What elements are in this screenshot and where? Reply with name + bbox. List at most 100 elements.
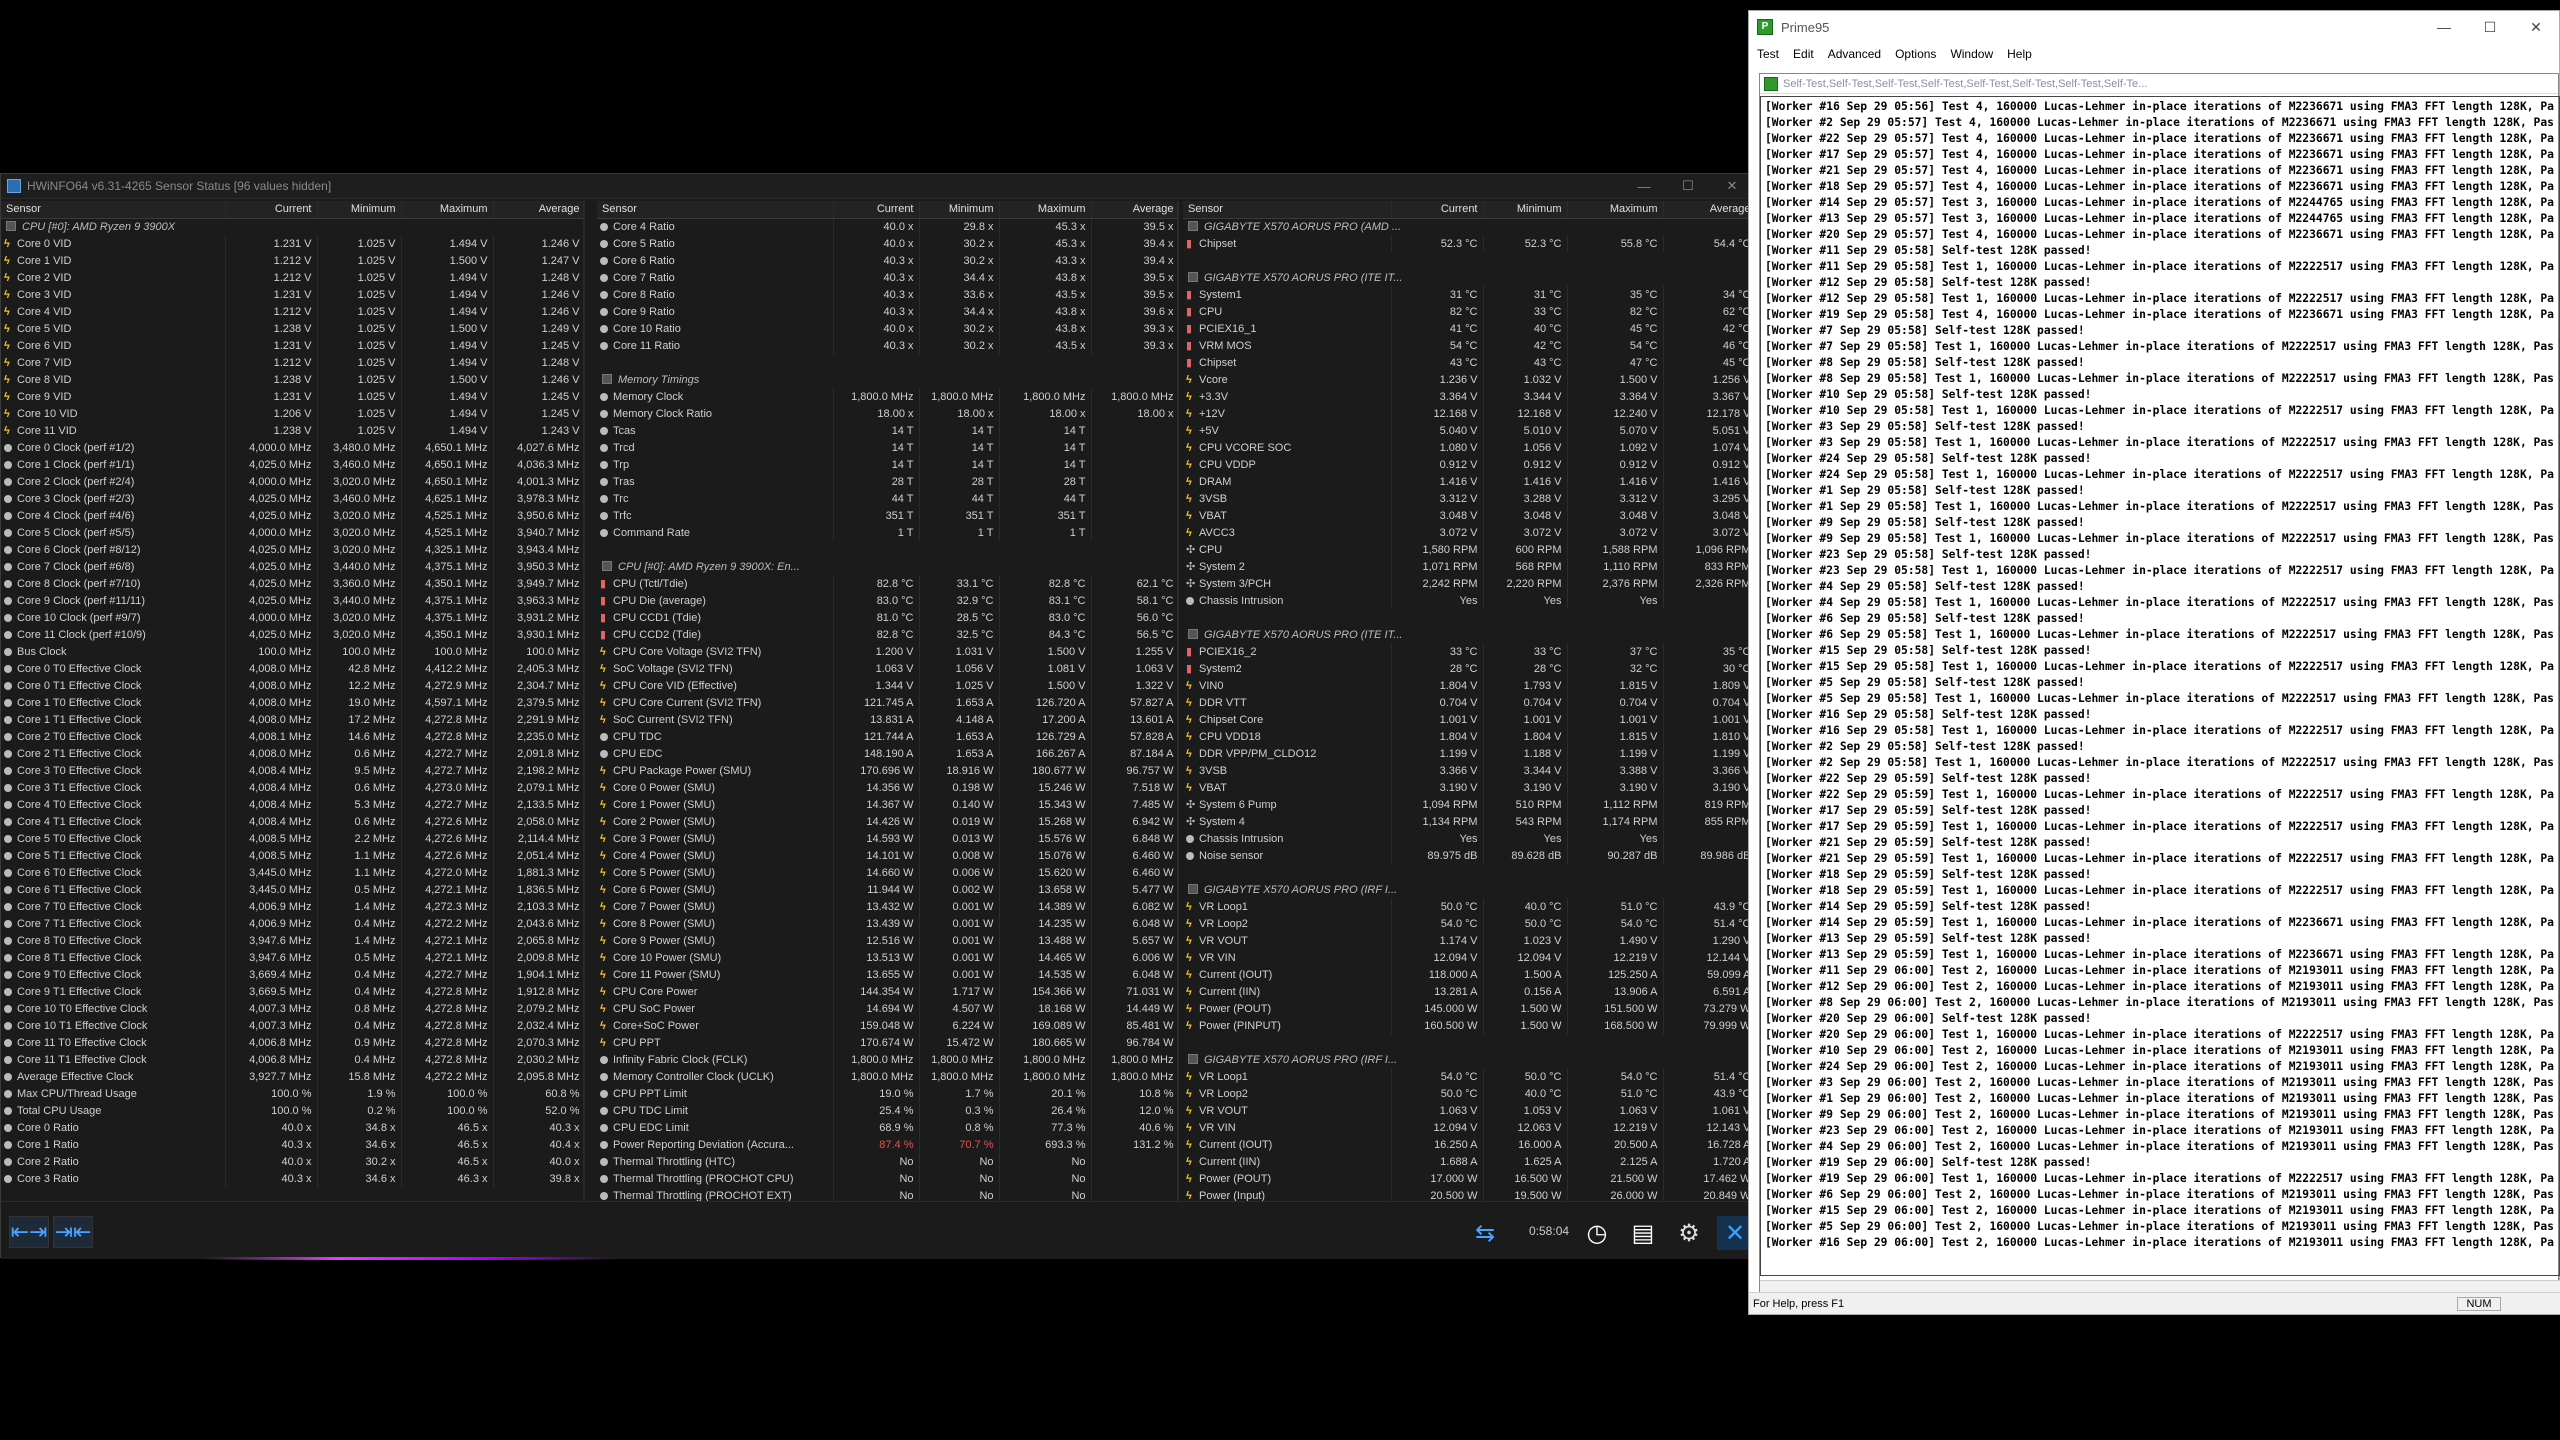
sensor-row[interactable]: ϟ 3VSB 3.366 V 3.344 V 3.388 V 3.366 V	[1183, 762, 1756, 779]
sensor-row[interactable]: Tcas 14 T 14 T 14 T	[597, 422, 1177, 439]
sensor-row[interactable]: ▮ CPU CCD1 (Tdie) 81.0 °C 28.5 °C 83.0 °C 56.…	[597, 609, 1177, 626]
sensor-row[interactable]: ϟ VR VIN 12.094 V 12.063 V 12.219 V 12.143 V	[1183, 1119, 1756, 1136]
sensor-row[interactable]: ϟ CPU PPT 170.674 W 15.472 W 180.665 W 96.784…	[597, 1034, 1177, 1051]
sensor-group-header[interactable]: GIGABYTE X570 AORUS PRO (IRF I...	[1183, 881, 1756, 898]
column-header-minimum[interactable]: Minimum	[919, 201, 1000, 219]
sensor-row[interactable]: ϟ Core 7 Power (SMU) 13.432 W 0.001 W 14.389…	[597, 898, 1177, 915]
report-icon[interactable]: ▤	[1625, 1216, 1661, 1250]
sensor-row[interactable]: CPU EDC 148.190 A 1.653 A 166.267 A 87.184 A	[597, 745, 1177, 762]
navigate-right-icon[interactable]: ⇥⇤	[53, 1216, 93, 1248]
sensor-row[interactable]: Bus Clock 100.0 MHz 100.0 MHz 100.0 MHz 100.…	[1, 643, 583, 660]
sensor-row[interactable]: Core 1 T0 Effective Clock 4,008.0 MHz 19.0…	[1, 694, 583, 711]
sensor-row[interactable]: Core 2 Clock (perf #2/4) 4,000.0 MHz 3,020…	[1, 473, 583, 490]
sensor-row[interactable]: Chassis Intrusion Yes Yes Yes	[1183, 592, 1756, 609]
sensor-row[interactable]: ϟ CPU Core VID (Effective) 1.344 V 1.025 V1…	[597, 677, 1177, 694]
sensor-row[interactable]: ϟ Vcore 1.236 V 1.032 V 1.500 V 1.256 V	[1183, 371, 1756, 388]
menu-window[interactable]: Window	[1950, 47, 1993, 61]
sensor-row[interactable]: CPU TDC 121.744 A 1.653 A 126.729 A 57.828 A	[597, 728, 1177, 745]
sensor-row[interactable]: CPU TDC Limit 25.4 % 0.3 % 26.4 % 12.0 %	[597, 1102, 1177, 1119]
sensor-row[interactable]: ϟ VBAT 3.190 V 3.190 V 3.190 V 3.190 V	[1183, 779, 1756, 796]
sensor-row[interactable]: ▮ System1 31 °C 31 °C 35 °C 34 °C	[1183, 286, 1756, 303]
sensor-row[interactable]: ▮ PCIEX16_1 41 °C 40 °C 45 °C 42 °C	[1183, 320, 1756, 337]
sensor-row[interactable]: ϟ Core 6 VID 1.231 V 1.025 V 1.494 V 1.245 V	[1, 337, 583, 354]
sensor-row[interactable]: ϟ VR VOUT 1.174 V 1.023 V 1.490 V 1.290 V	[1183, 932, 1756, 949]
sensor-row[interactable]: ϟ Core+SoC Power 159.048 W 6.224 W 169.089 W…	[597, 1017, 1177, 1034]
sensor-row[interactable]: ϟ DRAM 1.416 V 1.416 V 1.416 V 1.416 V	[1183, 473, 1756, 490]
sensor-row[interactable]: ▮ System2 28 °C 28 °C 32 °C 30 °C	[1183, 660, 1756, 677]
menu-options[interactable]: Options	[1895, 47, 1936, 61]
sensor-row[interactable]: Core 2 Ratio 40.0 x 30.2 x 46.5 x 40.0 x	[1, 1153, 583, 1170]
sensor-row[interactable]: ϟ Core 5 Power (SMU) 14.660 W 0.006 W 15.620…	[597, 864, 1177, 881]
sensor-row[interactable]: Core 7 T0 Effective Clock 4,006.9 MHz 1.4 …	[1, 898, 583, 915]
sensor-row[interactable]: Core 8 Ratio 40.3 x 33.6 x 43.5 x 39.5 x	[597, 286, 1177, 303]
sensor-row[interactable]: Core 10 Clock (perf #9/7) 4,000.0 MHz 3,02…	[1, 609, 583, 626]
sensor-row[interactable]: ϟ CPU Package Power (SMU) 170.696 W 18.916 …	[597, 762, 1177, 779]
settings-gear-icon[interactable]: ⚙	[1671, 1216, 1707, 1250]
sensor-row[interactable]: Core 1 Ratio 40.3 x 34.6 x 46.5 x 40.4 x	[1, 1136, 583, 1153]
column-header-maximum[interactable]: Maximum	[1567, 201, 1664, 219]
sensor-row[interactable]: ▮ VRM MOS 54 °C 42 °C 54 °C 46 °C	[1183, 337, 1756, 354]
sensor-group-header[interactable]: CPU [#0]: AMD Ryzen 9 3900X: En...	[597, 558, 1177, 575]
sensor-row[interactable]: Tras 28 T 28 T 28 T	[597, 473, 1177, 490]
sensor-row[interactable]: Core 8 Clock (perf #7/10) 4,025.0 MHz 3,36…	[1, 575, 583, 592]
sensor-row[interactable]: ϟ +3.3V 3.364 V 3.344 V 3.364 V 3.367 V	[1183, 388, 1756, 405]
sensor-row[interactable]: Core 7 T1 Effective Clock 4,006.9 MHz 0.4 …	[1, 915, 583, 932]
sensor-row[interactable]: ϟ Core 3 VID 1.231 V 1.025 V 1.494 V 1.246 V	[1, 286, 583, 303]
sensor-row[interactable]: Core 1 Clock (perf #1/1) 4,025.0 MHz 3,460…	[1, 456, 583, 473]
sensor-row[interactable]: Core 0 Ratio 40.0 x 34.8 x 46.5 x 40.3 x	[1, 1119, 583, 1136]
sensor-row[interactable]: Core 4 Ratio 40.0 x 29.8 x 45.3 x 39.5 x	[597, 218, 1177, 235]
column-header-average[interactable]: Average	[493, 201, 583, 219]
sensor-row[interactable]: ϟ Current (IOUT) 16.250 A 16.000 A 20.500 A1…	[1183, 1136, 1756, 1153]
sensor-row[interactable]: Core 10 Ratio 40.0 x 30.2 x 43.8 x 39.3 x	[597, 320, 1177, 337]
sensor-row[interactable]: ▮ CPU 82 °C 33 °C 82 °C 62 °C	[1183, 303, 1756, 320]
sensor-row[interactable]: ϟ Core 9 VID 1.231 V 1.025 V 1.494 V 1.245 V	[1, 388, 583, 405]
sensor-row[interactable]: ϟ Core 10 Power (SMU) 13.513 W 0.001 W 14.46…	[597, 949, 1177, 966]
sensor-row[interactable]: ▮ Chipset 43 °C 43 °C 47 °C 45 °C	[1183, 354, 1756, 371]
sensor-row[interactable]: Core 5 Ratio 40.0 x 30.2 x 45.3 x 39.4 x	[597, 235, 1177, 252]
column-header-minimum[interactable]: Minimum	[317, 201, 402, 219]
sensor-row[interactable]: Core 6 T1 Effective Clock 3,445.0 MHz 0.5 …	[1, 881, 583, 898]
sensor-row[interactable]: ϟ Core 3 Power (SMU) 14.593 W 0.013 W 15.576…	[597, 830, 1177, 847]
sensor-row[interactable]: Core 3 T1 Effective Clock 4,008.4 MHz 0.6 …	[1, 779, 583, 796]
navigate-left-icon[interactable]: ⇤⇥	[9, 1216, 49, 1248]
sensor-row[interactable]: Core 11 T0 Effective Clock 4,006.8 MHz 0.9…	[1, 1034, 583, 1051]
maximize-icon[interactable]: ☐	[2467, 19, 2513, 36]
sensor-row[interactable]: Trcd 14 T 14 T 14 T	[597, 439, 1177, 456]
sensor-row[interactable]: ϟ Core 9 Power (SMU) 12.516 W 0.001 W 13.488…	[597, 932, 1177, 949]
column-header-sensor[interactable]: Sensor	[1183, 201, 1392, 219]
sensor-row[interactable]: Trfc 351 T 351 T 351 T	[597, 507, 1177, 524]
sensor-row[interactable]: Core 10 T0 Effective Clock 4,007.3 MHz 0.8…	[1, 1000, 583, 1017]
sensor-row[interactable]: ϟ Power (PINPUT) 160.500 W 1.500 W 168.500 W…	[1183, 1017, 1756, 1034]
menu-edit[interactable]: Edit	[1793, 47, 1814, 61]
sensor-row[interactable]: ϟ +12V 12.168 V 12.168 V 12.240 V 12.178 V	[1183, 405, 1756, 422]
column-header-sensor[interactable]: Sensor	[597, 201, 834, 219]
column-header-current[interactable]: Current	[225, 201, 318, 219]
sensor-row[interactable]: Core 6 Ratio 40.3 x 30.2 x 43.3 x 39.4 x	[597, 252, 1177, 269]
sensor-row[interactable]: ✣ System 4 1,134 RPM 543 RPM 1,174 RPM 855 RP…	[1183, 813, 1756, 830]
sensor-row[interactable]: Core 4 T1 Effective Clock 4,008.4 MHz 0.6 …	[1, 813, 583, 830]
sensor-row[interactable]: ▮ CPU (Tctl/Tdie) 82.8 °C 33.1 °C 82.8 °C 62.…	[597, 575, 1177, 592]
network-icon[interactable]: ⇆	[1467, 1216, 1503, 1250]
sensor-row[interactable]: Core 6 Clock (perf #8/12) 4,025.0 MHz 3,02…	[1, 541, 583, 558]
sensor-row[interactable]: ϟ SoC Current (SVI2 TFN) 13.831 A 4.148 A 17…	[597, 711, 1177, 728]
sensor-row[interactable]: Core 9 T0 Effective Clock 3,669.4 MHz 0.4 …	[1, 966, 583, 983]
sensor-row[interactable]: ϟ Core 8 VID 1.238 V 1.025 V 1.500 V 1.246 V	[1, 371, 583, 388]
sensor-row[interactable]: ϟ CPU Core Power 144.354 W 1.717 W 154.366 W…	[597, 983, 1177, 1000]
sensor-row[interactable]: Core 3 Ratio 40.3 x 34.6 x 46.3 x 39.8 x	[1, 1170, 583, 1187]
column-header-average[interactable]: Average	[1663, 201, 1756, 219]
sensor-row[interactable]: Thermal Throttling (HTC) No No No	[597, 1153, 1177, 1170]
sensor-row[interactable]: ✣ CPU 1,580 RPM 600 RPM 1,588 RPM 1,096 RPM	[1183, 541, 1756, 558]
sensor-row[interactable]: Chassis Intrusion Yes Yes Yes	[1183, 830, 1756, 847]
sensor-row[interactable]: ✣ System 2 1,071 RPM 568 RPM 1,110 RPM 833 RP…	[1183, 558, 1756, 575]
sensor-row[interactable]: ✣ System 6 Pump 1,094 RPM 510 RPM 1,112 RPM 8…	[1183, 796, 1756, 813]
sensor-row[interactable]: ϟ CPU Core Voltage (SVI2 TFN) 1.200 V 1.031…	[597, 643, 1177, 660]
sensor-row[interactable]: Core 10 T1 Effective Clock 4,007.3 MHz 0.4…	[1, 1017, 583, 1034]
sensor-row[interactable]: ϟ Chipset Core 1.001 V 1.001 V 1.001 V 1.001 …	[1183, 711, 1756, 728]
sensor-row[interactable]: Memory Controller Clock (UCLK) 1,800.0 MH…	[597, 1068, 1177, 1085]
sensor-row[interactable]: ϟ DDR VTT 0.704 V 0.704 V 0.704 V 0.704 V	[1183, 694, 1756, 711]
sensor-row[interactable]: ϟ SoC Voltage (SVI2 TFN) 1.063 V 1.056 V 1.0…	[597, 660, 1177, 677]
sensor-row[interactable]: ϟ Current (IIN) 13.281 A 0.156 A 13.906 A 6.5…	[1183, 983, 1756, 1000]
sensor-row[interactable]: Core 0 T0 Effective Clock 4,008.0 MHz 42.8…	[1, 660, 583, 677]
sensor-group-header[interactable]: GIGABYTE X570 AORUS PRO (ITE IT...	[1183, 269, 1756, 286]
sensor-row[interactable]: CPU PPT Limit 19.0 % 1.7 % 20.1 % 10.8 %	[597, 1085, 1177, 1102]
